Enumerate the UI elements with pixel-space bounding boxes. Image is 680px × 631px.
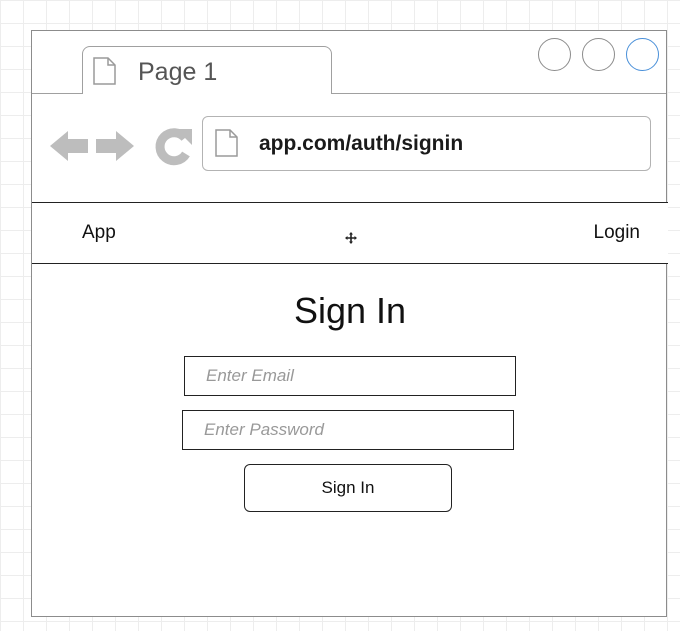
close-button[interactable] <box>626 38 659 71</box>
back-arrow-icon[interactable] <box>48 125 90 167</box>
tab-label: Page 1 <box>138 58 218 86</box>
maximize-button[interactable] <box>582 38 615 71</box>
sign-in-button[interactable]: Sign In <box>244 464 452 512</box>
move-cursor-icon <box>345 232 357 244</box>
minimize-button[interactable] <box>538 38 571 71</box>
address-bar[interactable]: app.com/auth/signin <box>202 116 651 171</box>
forward-arrow-icon[interactable] <box>94 125 136 167</box>
app-navbar: App Login <box>32 202 668 264</box>
password-field[interactable]: Enter Password <box>182 410 514 450</box>
address-url: app.com/auth/signin <box>259 132 464 155</box>
document-icon <box>93 57 116 85</box>
navbar-brand[interactable]: App <box>82 221 116 245</box>
email-placeholder: Enter Email <box>206 366 294 385</box>
password-placeholder: Enter Password <box>204 420 324 439</box>
reload-icon[interactable] <box>152 125 194 167</box>
tab-page-1[interactable]: Page 1 <box>82 46 332 94</box>
navbar-login-link[interactable]: Login <box>594 221 641 245</box>
email-field[interactable]: Enter Email <box>184 356 516 396</box>
tab-divider-gap <box>83 91 330 95</box>
browser-window: Page 1 app.com/auth/signin App Login Sig… <box>31 30 668 617</box>
document-icon <box>215 129 238 157</box>
page-title: Sign In <box>293 290 407 331</box>
browser-nav-controls <box>48 125 193 167</box>
